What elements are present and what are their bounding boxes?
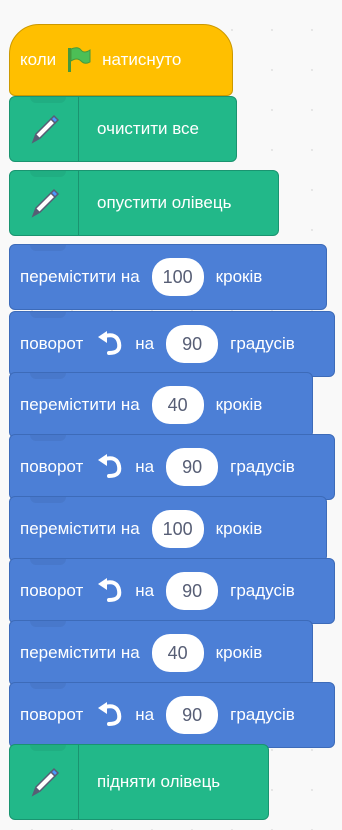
pen-icon xyxy=(10,97,79,161)
block-label: на xyxy=(135,457,155,476)
block-label: поворот xyxy=(20,705,84,724)
block-label: на xyxy=(135,334,155,353)
turn-left-block[interactable]: поворот на 90 градусів xyxy=(9,682,335,748)
move-steps-block[interactable]: перемістити на 40 кроків xyxy=(9,372,313,438)
block-label: кроків xyxy=(215,643,263,662)
turn-left-icon xyxy=(95,454,123,480)
block-label: градусів xyxy=(230,581,295,600)
pen-icon xyxy=(10,171,79,235)
block-label: перемістити на xyxy=(20,267,140,286)
hat-when-label: коли xyxy=(20,50,57,69)
degrees-input[interactable]: 90 xyxy=(166,696,219,734)
block-label: градусів xyxy=(230,457,295,476)
green-flag-icon xyxy=(66,46,92,74)
block-label: перемістити на xyxy=(20,643,140,662)
turn-left-block[interactable]: поворот на 90 градусів xyxy=(9,311,335,377)
pen-down-block[interactable]: опустити олівець xyxy=(9,170,279,236)
move-steps-block[interactable]: перемістити на 100 кроків xyxy=(9,244,327,310)
block-label: підняти олівець xyxy=(97,772,221,791)
steps-input[interactable]: 40 xyxy=(151,386,204,424)
turn-left-icon xyxy=(95,702,123,728)
block-label: градусів xyxy=(230,334,295,353)
block-label: на xyxy=(135,705,155,724)
block-label: поворот xyxy=(20,457,84,476)
block-label: опустити олівець xyxy=(97,193,232,212)
block-label: перемістити на xyxy=(20,519,140,538)
pen-up-block[interactable]: підняти олівець xyxy=(9,744,269,820)
turn-left-icon xyxy=(95,578,123,604)
when-flag-clicked-block[interactable]: коли натиснуто xyxy=(9,24,233,96)
pen-clear-block[interactable]: очистити все xyxy=(9,96,237,162)
turn-left-block[interactable]: поворот на 90 градусів xyxy=(9,434,335,500)
block-label: поворот xyxy=(20,581,84,600)
turn-left-icon xyxy=(95,331,123,357)
block-label: поворот xyxy=(20,334,84,353)
steps-input[interactable]: 100 xyxy=(151,510,204,548)
move-steps-block[interactable]: перемістити на 40 кроків xyxy=(9,620,313,686)
block-label: кроків xyxy=(215,519,263,538)
turn-left-block[interactable]: поворот на 90 градусів xyxy=(9,558,335,624)
pen-icon xyxy=(10,745,79,819)
block-label: на xyxy=(135,581,155,600)
degrees-input[interactable]: 90 xyxy=(166,448,219,486)
hat-clicked-label: натиснуто xyxy=(102,50,182,69)
steps-input[interactable]: 40 xyxy=(151,634,204,672)
block-label: перемістити на xyxy=(20,395,140,414)
steps-input[interactable]: 100 xyxy=(151,258,204,296)
block-label: градусів xyxy=(230,705,295,724)
degrees-input[interactable]: 90 xyxy=(166,572,219,610)
block-label: очистити все xyxy=(97,119,200,138)
block-label: кроків xyxy=(215,395,263,414)
degrees-input[interactable]: 90 xyxy=(166,325,219,363)
block-label: кроків xyxy=(215,267,263,286)
move-steps-block[interactable]: перемістити на 100 кроків xyxy=(9,496,327,562)
